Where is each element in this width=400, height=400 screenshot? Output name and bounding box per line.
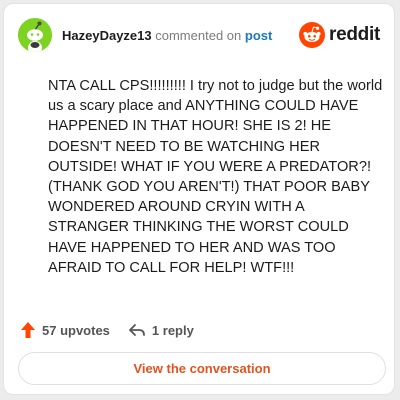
upvote-arrow-icon	[21, 322, 35, 338]
comment-header: HazeyDayze13 commented on post reddit	[18, 17, 380, 53]
upvote-count: 57 upvotes	[42, 322, 110, 338]
meta-verb: commented on	[155, 27, 242, 43]
snoo-avatar-icon	[18, 18, 52, 52]
user-avatar[interactable]	[18, 18, 52, 52]
reply-button[interactable]: 1 reply	[128, 322, 194, 338]
comment-body: NTA CALL CPS!!!!!!!!! I try not to judge…	[48, 78, 383, 276]
brand-wordmark: reddit	[329, 24, 380, 45]
reddit-logo-icon	[299, 22, 326, 48]
comment-meta: HazeyDayze13 commented on post	[62, 28, 272, 43]
username-link[interactable]: HazeyDayze13	[62, 28, 152, 43]
upvote-button[interactable]: 57 upvotes	[20, 321, 110, 339]
post-link[interactable]: post	[245, 28, 272, 43]
reddit-brand[interactable]: reddit	[299, 22, 380, 48]
comment-card: HazeyDayze13 commented on post reddit NT…	[3, 3, 395, 395]
comment-actions: 57 upvotes 1 reply	[20, 320, 194, 340]
view-conversation-button[interactable]: View the conversation	[18, 352, 386, 385]
reply-count: 1 reply	[151, 322, 194, 338]
reply-arrow-icon	[129, 324, 145, 336]
